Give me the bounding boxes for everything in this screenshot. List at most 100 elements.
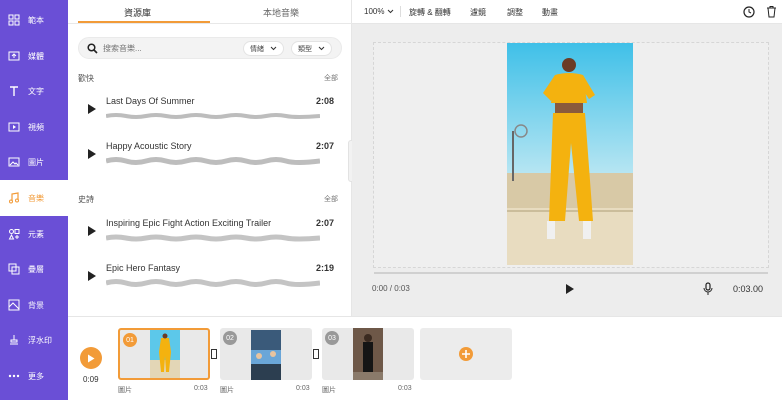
active-tab-indicator [78,21,210,23]
track-name: Last Days Of Summer [106,96,195,106]
clip-duration: 0:03 [398,385,412,392]
current-time: 0:00 / 0:03 [372,284,410,293]
trash-icon[interactable] [766,5,777,18]
animation-button[interactable]: 動畫 [542,7,558,18]
clip-number: 01 [123,333,137,347]
elements-icon [6,226,22,242]
track-name: Happy Acoustic Story [106,141,192,151]
track-duration: 2:19 [315,263,334,273]
waveform [106,234,320,242]
section-view-all-link[interactable]: 全部 [324,73,338,83]
sidebar-item-label: 文字 [28,86,44,96]
image-icon [6,154,22,170]
clip-thumbnail [251,330,281,380]
clip-type-label: 圖片 [322,387,336,394]
preview-photo[interactable] [507,43,633,265]
track-item[interactable]: Happy Acoustic Story 2:07 [78,135,342,173]
transition-icon[interactable] [211,349,217,359]
genre-filter-dropdown[interactable]: 類型 [291,41,332,56]
section-title: 史詩 [78,195,94,204]
sidebar-item-label: 元素 [28,229,44,239]
music-icon [6,190,22,206]
track-duration: 2:08 [315,96,334,106]
microphone-icon[interactable] [703,282,713,296]
template-icon [6,12,22,28]
clip-number: 02 [223,331,237,345]
music-panel: 資源庫 本地音樂 情緒 類型 歡快 全部 Last Days Of Summer… [68,0,352,316]
waveform [106,157,320,165]
timeline-clip[interactable]: 01 [118,328,210,380]
overlay-icon [6,261,22,277]
track-name: Inspiring Epic Fight Action Exciting Tra… [106,218,272,228]
sidebar-item-label: 背景 [28,300,44,310]
waveform [106,113,320,119]
sidebar-item-more[interactable]: 更多 [0,358,68,394]
sidebar-item-watermark[interactable]: 浮水印 [0,322,68,358]
chevron-down-icon [387,9,394,14]
editor-toolbar: 100% 旋轉 & 翻轉 濾鏡 調整 動畫 [352,0,782,24]
track-item[interactable]: Inspiring Epic Fight Action Exciting Tra… [78,212,342,250]
section-view-all-link[interactable]: 全部 [324,194,338,204]
timeline-play-button[interactable] [80,347,102,369]
search-input[interactable] [103,42,223,55]
adjust-button[interactable]: 調整 [507,7,523,18]
mood-filter-label: 情緒 [250,45,264,53]
track-duration: 2:07 [315,218,334,228]
sidebar-item-image[interactable]: 圖片 [0,144,68,180]
genre-filter-label: 類型 [298,45,312,53]
watermark-icon [6,332,22,348]
clip-type-label: 圖片 [220,387,234,394]
clock-icon[interactable] [743,6,755,18]
clip-duration: 0:03 [194,385,208,392]
sidebar-item-label: 範本 [28,15,44,25]
timeline-clip[interactable]: 03 [322,328,414,380]
filter-button[interactable]: 濾鏡 [470,7,486,18]
track-name: Epic Hero Fantasy [106,263,181,273]
play-icon[interactable] [88,104,96,114]
chevron-down-icon [270,46,277,51]
search-bar: 情緒 類型 [78,37,342,59]
sidebar-item-label: 音樂 [28,193,44,203]
track-item[interactable]: Epic Hero Fantasy 2:19 [78,257,342,295]
sidebar-item-music[interactable]: 音樂 [0,180,68,216]
sidebar-item-elements[interactable]: 元素 [0,216,68,252]
video-icon [6,119,22,135]
play-icon[interactable] [88,226,96,236]
play-icon[interactable] [88,271,96,281]
clip-type-label: 圖片 [118,387,132,394]
sidebar-item-template[interactable]: 範本 [0,2,68,38]
rotate-flip-button[interactable]: 旋轉 & 翻轉 [409,7,451,18]
zoom-dropdown[interactable]: 100% [364,7,394,16]
waveform [106,279,320,287]
play-icon[interactable] [88,149,96,159]
clip-thumbnail [353,328,383,380]
play-icon[interactable] [565,283,575,295]
plus-icon [459,347,473,361]
tab-library[interactable]: 資源庫 [124,6,151,19]
sidebar-item-background[interactable]: 背景 [0,287,68,323]
sidebar-item-video[interactable]: 視頻 [0,109,68,145]
play-icon [88,354,95,362]
track-duration: 2:07 [315,141,334,151]
sidebar-item-media[interactable]: 媒體 [0,38,68,74]
tab-local-music[interactable]: 本地音樂 [263,6,299,19]
background-icon [6,297,22,313]
transition-icon[interactable] [313,349,319,359]
toolbar-divider [400,6,401,17]
panel-tabs: 資源庫 本地音樂 [68,0,352,24]
add-clip-button[interactable] [420,328,512,380]
total-time: 0:03.00 [733,284,764,294]
track-item[interactable]: Last Days Of Summer 2:08 [78,90,342,128]
playback-progress-bar[interactable] [374,272,768,274]
sidebar-item-label: 疊層 [28,264,44,274]
text-icon [6,83,22,99]
timeline-clip[interactable]: 02 [220,328,312,380]
search-icon [87,43,98,54]
sidebar-item-label: 媒體 [28,51,44,61]
clip-duration: 0:03 [296,385,310,392]
zoom-value: 100% [364,7,385,16]
sidebar-item-text[interactable]: 文字 [0,73,68,109]
mood-filter-dropdown[interactable]: 情緒 [243,41,284,56]
sidebar-item-overlay[interactable]: 疊層 [0,251,68,287]
media-upload-icon [6,48,22,64]
